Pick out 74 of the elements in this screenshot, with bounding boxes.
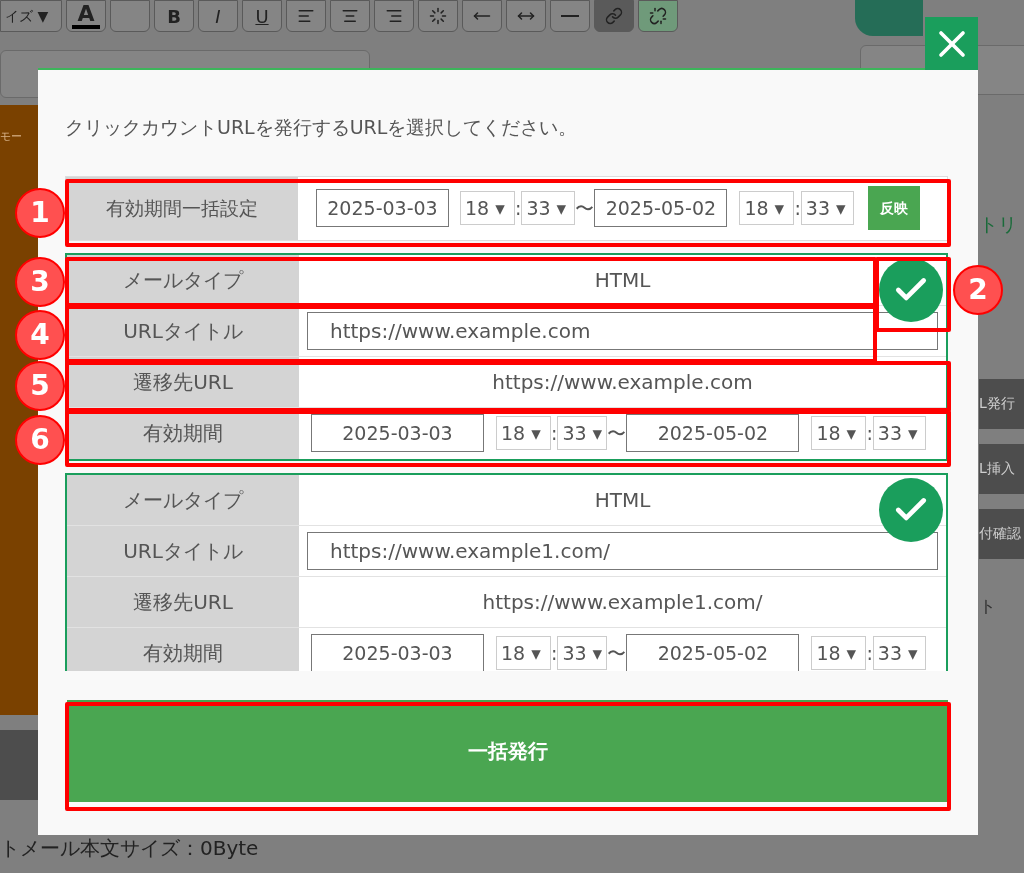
side-text: ト [979,594,997,618]
url-title-field[interactable]: https://www.example.com [307,311,938,350]
horizontal-rule-button[interactable] [550,0,590,32]
body-size-text: トメール本文サイズ：0Byte [0,835,259,862]
hour-select[interactable]: 18 ▾ [460,191,515,225]
instruction-text: クリックカウントURLを発行するURLを選択してください。 [65,115,579,140]
minute-select[interactable]: 33 ▾ [872,636,926,670]
date-field[interactable]: 2025-05-02 [594,189,728,227]
arrow-left-button[interactable] [462,0,502,32]
minute-select[interactable]: 33 ▾ [800,191,854,225]
time-colon: : [866,420,873,446]
time-colon: : [794,195,801,221]
close-button[interactable] [925,17,978,70]
field-label: メールタイプ [123,266,243,294]
align-right-icon [385,7,403,25]
field-label: メールタイプ [123,486,243,514]
side-button[interactable]: L発行 [979,378,1024,429]
url-title-field[interactable]: https://www.example1.com/ [307,531,938,570]
hour-select[interactable]: 18 ▾ [496,636,551,670]
field-label: 有効期間一括設定 [106,195,258,221]
hour-select[interactable]: 18 ▾ [811,636,867,670]
minute-select[interactable]: 33 ▾ [521,191,576,225]
italic-button[interactable]: I [198,0,238,32]
unlink-button[interactable] [638,0,678,32]
field-value: https://www.example.com [492,368,753,396]
field-value: HTML [594,486,651,514]
align-left-button[interactable] [286,0,326,32]
range-separator: 〜 [607,420,627,446]
annotation-marker: 2 [953,265,1003,315]
unlink-icon [649,7,667,25]
time-colon: : [515,195,522,221]
time-colon: : [551,420,558,446]
field-label: 遷移先URL [133,368,233,396]
field-label: URLタイトル [123,537,243,565]
align-left-icon [297,7,315,25]
date-field[interactable]: 2025-03-03 [311,414,484,452]
minute-select[interactable]: 33 ▾ [872,416,926,450]
link-icon [605,7,623,25]
loader-icon [429,7,447,25]
date-field[interactable]: 2025-03-03 [316,189,449,227]
loader-button[interactable] [418,0,458,32]
background-color-button[interactable] [110,0,150,32]
align-right-button[interactable] [374,0,414,32]
hour-select[interactable]: 18 ▾ [496,416,551,450]
field-value: HTML [594,266,651,294]
side-button[interactable]: 付確認 [979,508,1024,559]
align-center-button[interactable] [330,0,370,32]
minute-select[interactable]: 33 ▾ [557,416,608,450]
field-value: https://www.example1.com/ [482,588,763,616]
dash-icon [561,15,579,17]
text-color-button[interactable]: A [66,0,106,32]
side-button[interactable]: L挿入 [979,443,1024,494]
minute-select[interactable]: 33 ▾ [557,636,608,670]
hour-select[interactable]: 18 ▾ [811,416,867,450]
banner-label: モー [0,129,23,145]
range-separator: 〜 [575,195,595,221]
time-colon: : [551,640,558,666]
font-size-select[interactable]: イズ ▼ [0,0,62,32]
field-label: URLタイトル [123,317,243,345]
hour-select[interactable]: 18 ▾ [739,191,795,225]
date-field[interactable]: 2025-03-03 [311,634,484,671]
field-label: 有効期間 [143,420,223,447]
date-field[interactable]: 2025-05-02 [626,634,800,671]
align-center-icon [341,7,359,25]
field-label: 有効期間 [143,640,223,667]
link-button[interactable] [594,0,634,32]
bold-button[interactable]: B [154,0,194,32]
footer-bar [0,730,40,800]
range-separator: 〜 [607,640,627,666]
time-colon: : [866,640,873,666]
date-field[interactable]: 2025-05-02 [626,414,800,452]
underline-button[interactable]: U [242,0,282,32]
field-label: 遷移先URL [133,588,233,616]
arrow-both-button[interactable] [506,0,546,32]
